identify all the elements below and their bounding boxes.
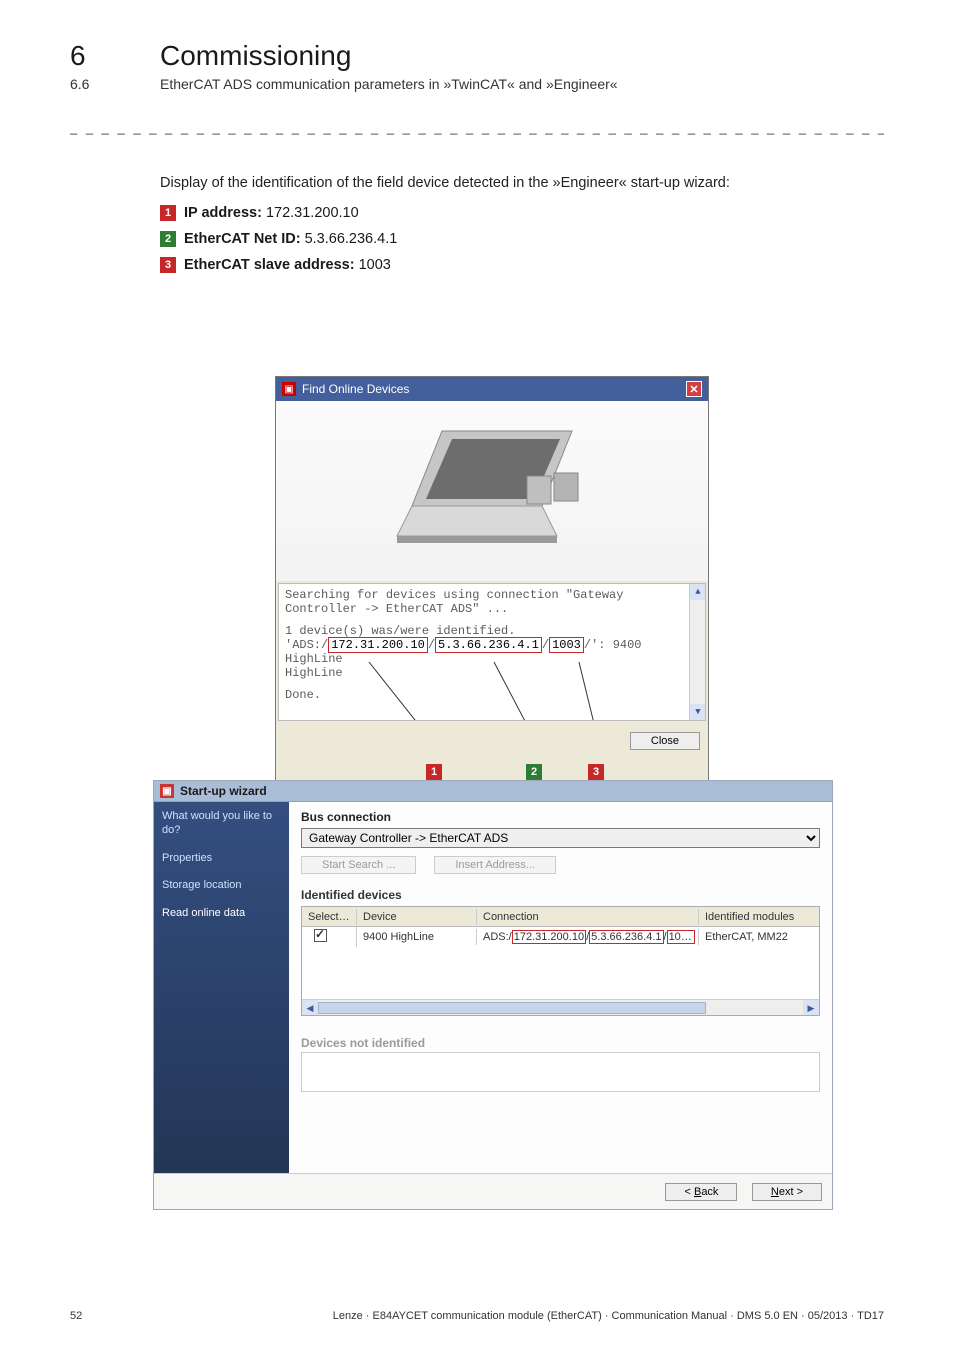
footer-doc: Lenze · E84AYCET communication module (E… [333, 1310, 884, 1322]
log-scrollbar[interactable]: ▲ ▼ [689, 584, 705, 720]
cell-modules: EtherCAT, MM22 [699, 929, 819, 945]
scroll-left-icon[interactable]: ◀ [302, 1000, 318, 1016]
bullet-2-value: 5.3.66.236.4.1 [305, 231, 398, 247]
callout-marker-2: 2 [526, 764, 542, 780]
sidebar-item-question[interactable]: What would you like to do? [162, 810, 281, 838]
callout-1-icon: 1 [160, 205, 176, 221]
app-icon: ▣ [160, 784, 174, 798]
log-line: HighLine [285, 666, 699, 680]
section-number: 6.6 [70, 76, 160, 92]
close-button[interactable]: Close [630, 732, 700, 750]
identified-devices-label: Identified devices [301, 888, 820, 902]
find-log: Searching for devices using connection "… [278, 583, 706, 721]
not-identified-label: Devices not identified [301, 1036, 820, 1050]
next-button[interactable]: Next > [752, 1183, 822, 1201]
page-number: 52 [70, 1310, 82, 1322]
col-connection[interactable]: Connection [477, 909, 699, 925]
wizard-title: Start-up wizard [180, 784, 267, 798]
bullet-3-label: EtherCAT slave address: [184, 257, 355, 273]
bullet-1-label: IP address: [184, 205, 262, 221]
insert-address-button[interactable]: Insert Address... [434, 856, 555, 874]
log-line: Searching for devices using connection "… [285, 588, 699, 602]
chapter-title: Commissioning [160, 40, 351, 72]
callout-marker-1: 1 [426, 764, 442, 780]
scroll-right-icon[interactable]: ▶ [803, 1000, 819, 1016]
callout-3-icon: 3 [160, 257, 176, 273]
find-dialog-titlebar[interactable]: ▣ Find Online Devices ✕ [276, 377, 708, 401]
horizontal-scrollbar[interactable]: ◀ ▶ [302, 999, 819, 1015]
identified-devices-table: Selecti... Device Connection Identified … [301, 906, 820, 1016]
bullet-1-value: 172.31.200.10 [266, 205, 359, 221]
app-icon: ▣ [282, 382, 296, 396]
chapter-number: 6 [70, 40, 160, 72]
bus-connection-select[interactable]: Gateway Controller -> EtherCAT ADS [301, 828, 820, 848]
log-ip: 172.31.200.10 [328, 637, 428, 653]
scroll-thumb[interactable] [318, 1002, 706, 1014]
start-search-button[interactable]: Start Search ... [301, 856, 416, 874]
cell-device: 9400 HighLine [357, 929, 477, 945]
find-dialog-title: Find Online Devices [302, 382, 409, 396]
log-slave: 1003 [549, 637, 584, 653]
bus-connection-label: Bus connection [301, 810, 820, 824]
startup-wizard: ▣ Start-up wizard What would you like to… [153, 780, 833, 1210]
intro-text: Display of the identification of the fie… [160, 175, 884, 191]
wizard-footer: < Back Next > [154, 1173, 832, 1209]
back-button[interactable]: < Back [665, 1183, 737, 1201]
scroll-down-icon[interactable]: ▼ [690, 704, 706, 720]
log-line: 1 device(s) was/were identified. [285, 624, 699, 638]
log-line-ads: 'ADS:/172.31.200.10/5.3.66.236.4.1/1003/… [285, 638, 699, 666]
table-row[interactable]: 9400 HighLine ADS:/172.31.200.10/5.3.66.… [302, 927, 819, 947]
sidebar-item-read-online[interactable]: Read online data [162, 907, 281, 921]
callout-2-icon: 2 [160, 231, 176, 247]
sidebar-item-storage[interactable]: Storage location [162, 879, 281, 893]
log-line: Controller -> EtherCAT ADS" ... [285, 602, 699, 616]
close-icon[interactable]: ✕ [686, 381, 702, 397]
log-line: Done. [285, 688, 699, 702]
bullet-3-value: 1003 [359, 257, 391, 273]
callout-marker-3: 3 [588, 764, 604, 780]
sidebar-item-properties[interactable]: Properties [162, 852, 281, 866]
table-header: Selecti... Device Connection Identified … [302, 907, 819, 927]
col-select[interactable]: Selecti... [302, 909, 357, 925]
not-identified-box [301, 1052, 820, 1092]
device-illustration [276, 401, 708, 581]
separator: _ _ _ _ _ _ _ _ _ _ _ _ _ _ _ _ _ _ _ _ … [70, 120, 884, 135]
bullet-2-label: EtherCAT Net ID: [184, 231, 301, 247]
col-modules[interactable]: Identified modules [699, 909, 819, 925]
cell-connection: ADS:/172.31.200.10/5.3.66.236.4.1/1003/ [477, 929, 699, 945]
row-checkbox[interactable] [314, 929, 327, 942]
col-device[interactable]: Device [357, 909, 477, 925]
log-netid: 5.3.66.236.4.1 [435, 637, 542, 653]
wizard-titlebar[interactable]: ▣ Start-up wizard [154, 781, 832, 802]
section-title: EtherCAT ADS communication parameters in… [160, 76, 618, 92]
scroll-up-icon[interactable]: ▲ [690, 584, 706, 600]
find-online-devices-dialog: ▣ Find Online Devices ✕ Searching for de… [275, 376, 709, 785]
wizard-sidebar: What would you like to do? Properties St… [154, 802, 289, 1173]
